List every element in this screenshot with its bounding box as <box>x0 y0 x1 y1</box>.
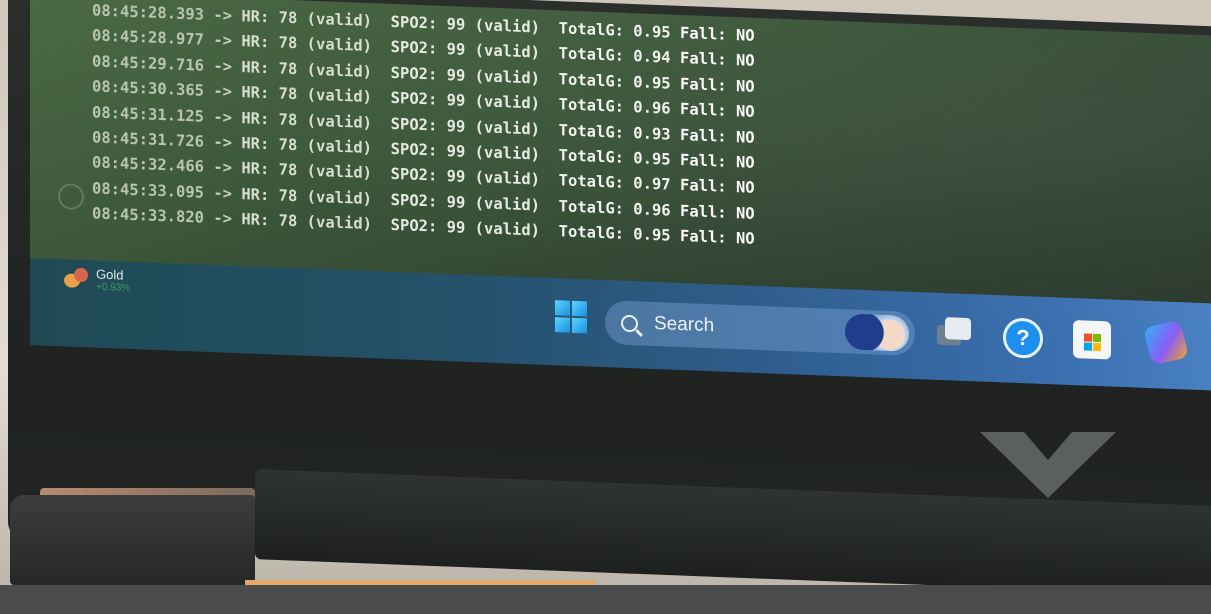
log-arrow: -> <box>213 183 232 203</box>
widget-change: +0.93% <box>96 281 131 294</box>
log-arrow: -> <box>213 82 232 101</box>
faint-circle-icon <box>58 183 84 211</box>
log-timestamp: 08:45:28.977 <box>92 26 204 50</box>
log-timestamp: 08:45:30.365 <box>92 77 204 100</box>
help-icon[interactable]: ? <box>1003 317 1043 359</box>
laptop-base-left <box>10 495 255 585</box>
log-timestamp: 08:45:32.466 <box>92 153 204 177</box>
log-heart-rate: HR: 78 (valid) <box>241 134 372 158</box>
log-heart-rate: HR: 78 (valid) <box>241 210 372 234</box>
widget-text: Gold +0.93% <box>96 267 130 294</box>
log-total-g: TotalG: 0.97 <box>558 171 671 195</box>
log-timestamp: 08:45:31.125 <box>92 103 204 126</box>
taskbar-search[interactable]: Search <box>605 300 915 356</box>
log-spo2: SPO2: 99 (valid) <box>390 190 540 215</box>
log-timestamp: 08:45:28.393 <box>92 1 204 24</box>
log-arrow: -> <box>213 31 232 51</box>
log-arrow: -> <box>213 56 232 76</box>
task-view-icon[interactable] <box>935 315 973 354</box>
log-arrow: -> <box>213 6 232 25</box>
log-spo2: SPO2: 99 (valid) <box>390 12 540 37</box>
laptop-screen: 08:45:28.393 -> HR: 78 (valid) SPO2: 99 … <box>30 0 1211 392</box>
log-fall-status: Fall: NO <box>679 201 755 223</box>
log-total-g: TotalG: 0.93 <box>558 120 671 144</box>
log-heart-rate: HR: 78 (valid) <box>241 159 372 183</box>
log-spo2: SPO2: 99 (valid) <box>390 165 540 190</box>
log-heart-rate: HR: 78 (valid) <box>241 32 372 56</box>
log-fall-status: Fall: NO <box>679 176 755 198</box>
search-label: Search <box>654 312 715 337</box>
log-spo2: SPO2: 99 (valid) <box>390 216 540 240</box>
log-fall-status: Fall: NO <box>679 100 755 122</box>
log-fall-status: Fall: NO <box>679 227 755 249</box>
copilot-icon[interactable] <box>1142 319 1190 366</box>
log-timestamp: 08:45:33.095 <box>92 179 204 202</box>
log-arrow: -> <box>213 107 232 127</box>
log-spo2: SPO2: 99 (valid) <box>390 139 540 164</box>
widget-title: Gold <box>96 266 124 283</box>
log-total-g: TotalG: 0.95 <box>558 70 671 93</box>
log-spo2: SPO2: 99 (valid) <box>390 63 540 88</box>
log-timestamp: 08:45:29.716 <box>92 52 204 75</box>
microsoft-store-icon[interactable] <box>1073 320 1111 360</box>
log-spo2: SPO2: 99 (valid) <box>390 38 540 62</box>
log-total-g: TotalG: 0.96 <box>558 95 671 118</box>
log-heart-rate: HR: 78 (valid) <box>241 57 372 81</box>
log-heart-rate: HR: 78 (valid) <box>241 7 372 31</box>
log-heart-rate: HR: 78 (valid) <box>241 108 372 132</box>
log-spo2: SPO2: 99 (valid) <box>390 114 540 139</box>
search-highlight-icon <box>845 313 909 352</box>
weather-market-widget-icon <box>64 267 90 290</box>
laptop-photo: 08:45:28.393 -> HR: 78 (valid) SPO2: 99 … <box>0 0 1211 614</box>
log-heart-rate: HR: 78 (valid) <box>241 184 372 208</box>
log-arrow: -> <box>213 133 232 152</box>
widgets-button[interactable]: Gold +0.93% <box>64 265 130 294</box>
log-fall-status: Fall: NO <box>679 74 755 96</box>
log-fall-status: Fall: NO <box>679 49 755 71</box>
log-total-g: TotalG: 0.95 <box>558 19 671 42</box>
log-arrow: -> <box>213 209 232 229</box>
log-fall-status: Fall: NO <box>679 23 755 45</box>
log-total-g: TotalG: 0.95 <box>558 222 671 245</box>
log-timestamp: 08:45:33.820 <box>92 204 204 227</box>
laptop-base <box>0 585 1211 614</box>
log-timestamp: 08:45:31.726 <box>92 128 204 151</box>
log-heart-rate: HR: 78 (valid) <box>241 83 372 107</box>
log-arrow: -> <box>213 158 232 178</box>
log-fall-status: Fall: NO <box>679 151 755 172</box>
v-logo-icon <box>980 432 1116 498</box>
log-total-g: TotalG: 0.95 <box>558 146 671 169</box>
windows-start-icon[interactable] <box>555 300 587 334</box>
search-icon <box>621 314 638 332</box>
log-fall-status: Fall: NO <box>679 125 755 147</box>
log-total-g: TotalG: 0.96 <box>558 197 671 220</box>
terminal-log: 08:45:28.393 -> HR: 78 (valid) SPO2: 99 … <box>92 0 992 262</box>
log-total-g: TotalG: 0.94 <box>558 44 671 68</box>
log-spo2: SPO2: 99 (valid) <box>390 89 540 113</box>
